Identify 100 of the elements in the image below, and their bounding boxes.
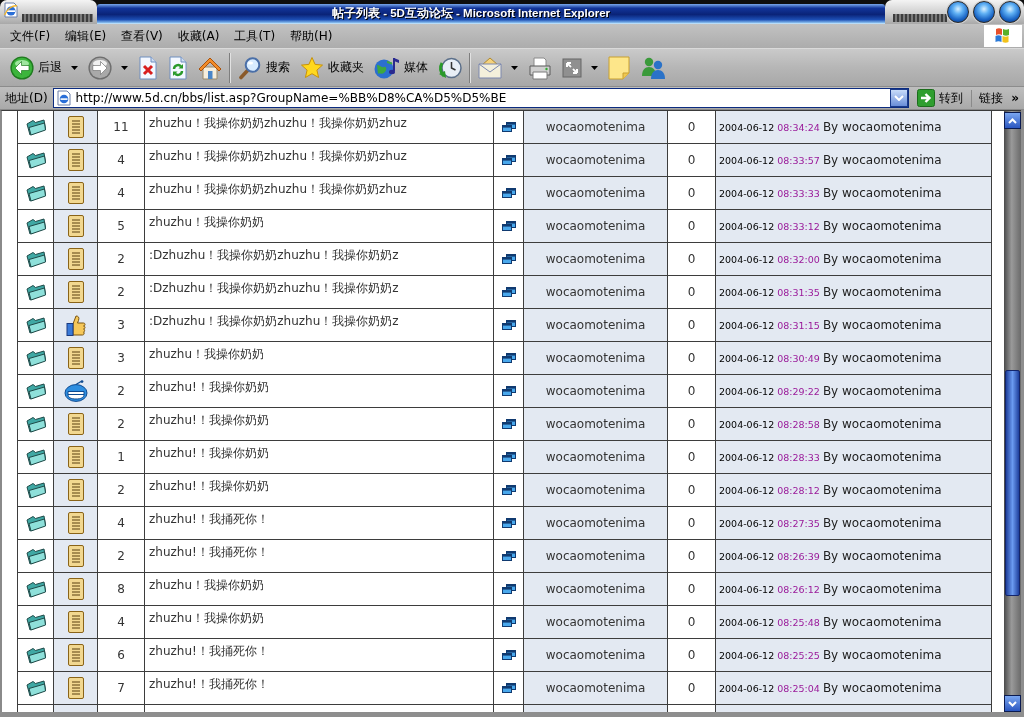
topic-title-link[interactable]: zhuzhu!！我操你奶奶 <box>149 479 269 493</box>
count-number: 2 <box>117 252 125 266</box>
topic-title-link[interactable]: zhuzhu！我操你奶奶 <box>149 611 265 625</box>
overlapping-windows-icon[interactable] <box>501 155 516 165</box>
minimize-button[interactable] <box>947 1 969 23</box>
topic-title-link[interactable]: zhuzhu!！我操你奶奶 <box>149 413 269 427</box>
post-time: 08:25:48 <box>777 616 820 628</box>
menu-item[interactable]: 工具(T) <box>228 24 282 48</box>
document-icon <box>67 182 84 204</box>
overlapping-windows-icon[interactable] <box>501 419 516 429</box>
document-icon <box>67 446 84 468</box>
overlapping-windows-icon[interactable] <box>501 485 516 495</box>
post-time: 08:26:39 <box>777 550 820 562</box>
chevron-down-icon <box>1008 700 1017 707</box>
address-field[interactable]: http://www.5d.cn/bbs/list.asp?GroupName=%BB%D8%CA%D5%D5%BE <box>52 88 910 108</box>
vertical-scrollbar[interactable] <box>1004 110 1021 712</box>
go-button[interactable]: 转到 <box>913 87 968 109</box>
post-author-text: By wocaomotenima <box>822 218 942 233</box>
topic-title-link[interactable]: zhuzhu！我操你奶奶 <box>149 215 265 229</box>
overlapping-windows-icon[interactable] <box>501 320 516 330</box>
overlapping-windows-icon[interactable] <box>501 650 516 660</box>
scroll-up-button[interactable] <box>1004 112 1021 129</box>
overlapping-windows-icon[interactable] <box>501 122 516 132</box>
topic-title-link[interactable]: zhuzhu!！我捅死你！ <box>149 512 269 526</box>
stop-icon <box>138 55 158 80</box>
overlapping-windows-icon[interactable] <box>501 221 516 231</box>
folder-icon <box>25 316 46 334</box>
menu-item[interactable]: 文件(F) <box>4 24 57 48</box>
media-button[interactable]: 媒体 <box>371 52 431 83</box>
post-date: 2004-06-12 <box>719 517 775 529</box>
post-author-text: By wocaomotenima <box>822 251 942 266</box>
menu-item[interactable]: 编辑(E) <box>59 24 113 48</box>
overlapping-windows-icon[interactable] <box>501 683 516 693</box>
post-time: 08:27:35 <box>777 517 820 529</box>
document-icon <box>67 149 84 171</box>
post-date: 2004-06-12 <box>719 418 775 430</box>
maximize-button[interactable] <box>973 1 995 23</box>
menu-item[interactable]: 收藏(A) <box>171 24 226 48</box>
search-button[interactable]: 搜索 <box>235 52 293 83</box>
page-icon <box>55 90 72 106</box>
count-number: 3 <box>117 318 125 332</box>
topic-title-link[interactable]: zhuzhu！我操你奶奶 <box>149 347 265 361</box>
post-author-text: By wocaomotenima <box>822 284 942 299</box>
back-button[interactable]: 后退 <box>7 52 81 83</box>
folder-icon <box>25 415 46 433</box>
post-time: 08:32:00 <box>777 253 820 265</box>
post-time: 08:25:04 <box>777 682 820 694</box>
scrollbar-thumb[interactable] <box>1005 370 1020 596</box>
overlapping-windows-icon[interactable] <box>501 452 516 462</box>
scroll-down-button[interactable] <box>1004 695 1021 712</box>
overlapping-windows-icon[interactable] <box>501 518 516 528</box>
grille-drawing <box>22 14 93 22</box>
envelope-icon <box>478 56 502 79</box>
close-button[interactable] <box>999 1 1021 23</box>
overlapping-windows-icon[interactable] <box>501 254 516 264</box>
document-icon <box>67 644 84 666</box>
menu-item[interactable]: 帮助(H) <box>284 24 339 48</box>
post-date: 2004-06-12 <box>719 484 775 496</box>
document-icon <box>67 413 84 435</box>
count-number: 3 <box>117 351 125 365</box>
count-number: 0 <box>687 285 696 299</box>
topic-title-link[interactable]: zhuzhu！我操你奶奶 <box>149 578 265 592</box>
topic-title-link[interactable]: zhuzhu!！我捅死你！ <box>149 644 269 658</box>
folder-icon <box>25 547 46 565</box>
overlapping-windows-icon[interactable] <box>501 353 516 363</box>
address-dropdown-button[interactable] <box>890 89 909 107</box>
overlapping-windows-icon[interactable] <box>501 617 516 627</box>
favorites-button[interactable]: 收藏夹 <box>297 52 367 83</box>
overlapping-windows-icon[interactable] <box>501 551 516 561</box>
post-author-text: By wocaomotenima <box>822 515 942 530</box>
refresh-icon <box>168 55 188 80</box>
post-author-text: By wocaomotenima <box>822 317 942 332</box>
count-number: 7 <box>117 681 125 695</box>
post-author-text: By wocaomotenima <box>822 647 942 662</box>
post-date: 2004-06-12 <box>719 550 775 562</box>
post-date: 2004-06-12 <box>719 451 775 463</box>
overlapping-windows-icon[interactable] <box>501 584 516 594</box>
post-time: 08:31:15 <box>777 319 820 331</box>
count-number: 0 <box>687 153 696 167</box>
laughing-face-icon <box>63 380 88 402</box>
post-author-text: By wocaomotenima <box>822 548 942 563</box>
count-number: 0 <box>687 351 696 365</box>
topic-title-link[interactable]: zhuzhu!！我操你奶奶 <box>149 380 269 394</box>
topic-title-link[interactable]: zhuzhu!！我操你奶奶 <box>149 446 269 460</box>
count-number: 0 <box>687 516 696 530</box>
topic-title-link[interactable]: zhuzhu!！我捅死你！ <box>149 677 269 691</box>
window-title: 帖子列表 - 5D互动论坛 - Microsoft Internet Explorer <box>331 6 611 21</box>
count-number: 4 <box>117 615 125 629</box>
count-number: 8 <box>117 582 125 596</box>
overlapping-windows-icon[interactable] <box>501 386 516 396</box>
count-number: 0 <box>687 384 696 398</box>
more-links-button[interactable]: » <box>1003 91 1024 105</box>
overlapping-windows-icon[interactable] <box>501 287 516 297</box>
post-date: 2004-06-12 <box>719 616 775 628</box>
overlapping-windows-icon[interactable] <box>501 188 516 198</box>
post-time: 08:33:12 <box>777 220 820 232</box>
menu-item[interactable]: 查看(V) <box>115 24 169 48</box>
count-number: 4 <box>117 186 125 200</box>
document-icon <box>67 611 84 633</box>
topic-title-link[interactable]: zhuzhu!！我捅死你！ <box>149 545 269 559</box>
